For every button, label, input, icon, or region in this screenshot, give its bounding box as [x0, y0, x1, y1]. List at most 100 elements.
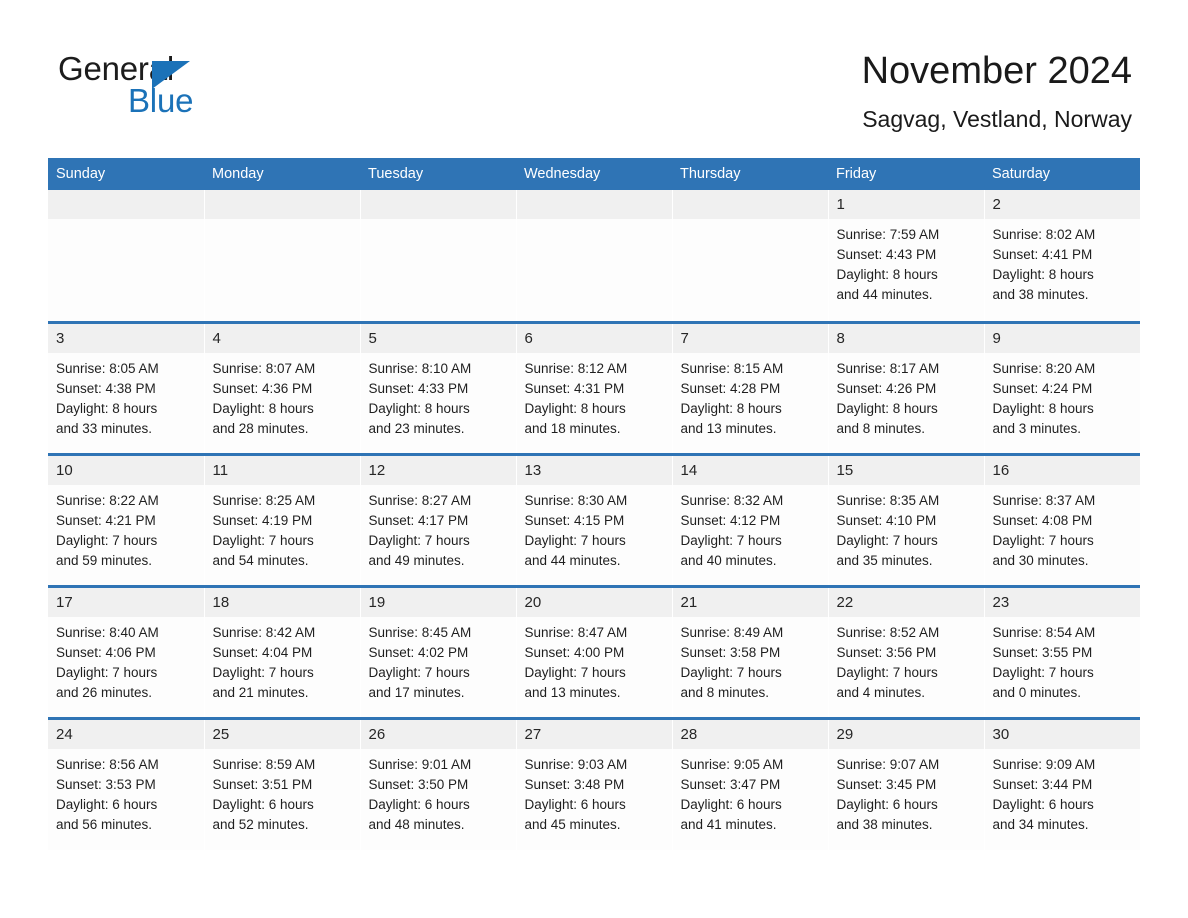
- calendar-day-cell[interactable]: 15 Sunrise: 8:35 AM Sunset: 4:10 PM Dayligh…: [828, 452, 985, 586]
- sunrise-text: Sunrise: 8:59 AM: [212, 756, 316, 772]
- calendar-day-cell[interactable]: 23 Sunrise: 8:54 AM Sunset: 3:55 PM Dayligh…: [984, 584, 1140, 718]
- sunrise-text: Sunrise: 8:20 AM: [992, 360, 1096, 376]
- calendar-day-cell[interactable]: 12 Sunrise: 8:27 AM Sunset: 4:17 PM Dayligh…: [360, 452, 517, 586]
- day-number: 12: [360, 455, 516, 485]
- sunset-text: Sunset: 3:58 PM: [680, 644, 781, 660]
- weekday-header-thursday: Thursday: [672, 158, 828, 190]
- sunrise-text: Sunrise: 8:05 AM: [56, 360, 159, 376]
- calendar-day-cell[interactable]: 21 Sunrise: 8:49 AM Sunset: 3:58 PM Dayligh…: [672, 584, 829, 718]
- day-details: Sunrise: 8:07 AM Sunset: 4:36 PM Daylight:…: [205, 353, 360, 439]
- page-title: November 2024: [861, 50, 1132, 92]
- daylight-text-cont: and 8 minutes.: [680, 684, 770, 700]
- calendar-day-cell[interactable]: 19 Sunrise: 8:45 AM Sunset: 4:02 PM Dayligh…: [360, 584, 517, 718]
- day-details: Sunrise: 8:37 AM Sunset: 4:08 PM Daylight:…: [985, 485, 1141, 571]
- day-details: Sunrise: 8:25 AM Sunset: 4:19 PM Daylight:…: [205, 485, 360, 571]
- calendar-day-cell[interactable]: 5 Sunrise: 8:10 AM Sunset: 4:33 PM Daylight…: [360, 320, 517, 454]
- calendar-day-cell[interactable]: 3 Sunrise: 8:05 AM Sunset: 4:38 PM Daylight…: [48, 320, 205, 454]
- sunset-text: Sunset: 4:26 PM: [836, 380, 937, 396]
- sunrise-text: Sunrise: 8:27 AM: [368, 492, 472, 508]
- weekday-header-tuesday: Tuesday: [360, 158, 516, 190]
- day-number: 2: [984, 190, 1140, 219]
- day-number: [516, 190, 672, 219]
- sunset-text: Sunset: 3:45 PM: [836, 776, 937, 792]
- calendar-day-cell[interactable]: 17 Sunrise: 8:40 AM Sunset: 4:06 PM Dayligh…: [48, 584, 205, 718]
- calendar-week-row: 3 Sunrise: 8:05 AM Sunset: 4:38 PM Daylight…: [48, 320, 1140, 454]
- sunset-text: Sunset: 4:36 PM: [212, 380, 313, 396]
- daylight-text: Daylight: 8 hours: [836, 267, 938, 282]
- weekday-header-row: Sunday Monday Tuesday Wednesday Thursday…: [48, 158, 1140, 190]
- day-number: 17: [48, 587, 204, 617]
- calendar-day-cell[interactable]: 11 Sunrise: 8:25 AM Sunset: 4:19 PM Dayligh…: [204, 452, 361, 586]
- calendar-day-cell[interactable]: 22 Sunrise: 8:52 AM Sunset: 3:56 PM Dayligh…: [828, 584, 985, 718]
- sunset-text: Sunset: 3:50 PM: [368, 776, 469, 792]
- calendar-body: 1 Sunrise: 7:59 AM Sunset: 4:43 PM Daylight…: [48, 190, 1140, 850]
- weekday-header-monday: Monday: [204, 158, 360, 190]
- calendar-day-cell[interactable]: 8 Sunrise: 8:17 AM Sunset: 4:26 PM Daylight…: [828, 320, 985, 454]
- calendar-day-cell[interactable]: 4 Sunrise: 8:07 AM Sunset: 4:36 PM Daylight…: [204, 320, 361, 454]
- day-details: Sunrise: 9:01 AM Sunset: 3:50 PM Daylight:…: [361, 749, 516, 835]
- calendar-day-cell[interactable]: 27 Sunrise: 9:03 AM Sunset: 3:48 PM Dayligh…: [516, 716, 673, 850]
- sunrise-text: Sunrise: 8:17 AM: [836, 360, 940, 376]
- page-header: General Blue November 2024 Sagvag, Vestl…: [0, 0, 1188, 158]
- sunrise-text: Sunrise: 9:09 AM: [992, 756, 1096, 772]
- calendar-day-cell[interactable]: 16 Sunrise: 8:37 AM Sunset: 4:08 PM Dayligh…: [984, 452, 1141, 586]
- day-number: 22: [828, 587, 984, 617]
- daylight-text: Daylight: 7 hours: [524, 664, 626, 680]
- daylight-text-cont: and 30 minutes.: [992, 552, 1089, 568]
- daylight-text-cont: and 40 minutes.: [680, 552, 777, 568]
- sunset-text: Sunset: 4:06 PM: [56, 644, 156, 660]
- calendar-day-cell[interactable]: 1 Sunrise: 7:59 AM Sunset: 4:43 PM Daylight…: [828, 190, 985, 322]
- calendar-day-cell[interactable]: 7 Sunrise: 8:15 AM Sunset: 4:28 PM Daylight…: [672, 320, 829, 454]
- day-number: 4: [204, 323, 360, 353]
- calendar-day-cell[interactable]: 24 Sunrise: 8:56 AM Sunset: 3:53 PM Dayligh…: [48, 716, 205, 850]
- day-number: 1: [828, 190, 984, 219]
- day-number: 30: [984, 719, 1140, 749]
- day-number: 15: [828, 455, 984, 485]
- weekday-header-sunday: Sunday: [48, 158, 204, 190]
- sunset-text: Sunset: 3:53 PM: [56, 776, 156, 792]
- calendar-day-cell[interactable]: 14 Sunrise: 8:32 AM Sunset: 4:12 PM Dayligh…: [672, 452, 829, 586]
- sunset-text: Sunset: 4:00 PM: [524, 644, 625, 660]
- daylight-text-cont: and 38 minutes.: [992, 287, 1089, 302]
- calendar-day-cell[interactable]: 30 Sunrise: 9:09 AM Sunset: 3:44 PM Dayligh…: [984, 716, 1140, 850]
- sunrise-text: Sunrise: 8:37 AM: [992, 492, 1096, 508]
- sunrise-text: Sunrise: 8:12 AM: [524, 360, 628, 376]
- calendar-week-row: 24 Sunrise: 8:56 AM Sunset: 3:53 PM Dayligh…: [48, 716, 1140, 850]
- calendar-day-cell[interactable]: 9 Sunrise: 8:20 AM Sunset: 4:24 PM Daylight…: [984, 320, 1140, 454]
- general-blue-logo[interactable]: General Blue: [58, 52, 288, 122]
- sunset-text: Sunset: 4:28 PM: [680, 380, 781, 396]
- sunset-text: Sunset: 4:38 PM: [56, 380, 156, 396]
- calendar-day-cell[interactable]: 10 Sunrise: 8:22 AM Sunset: 4:21 PM Dayligh…: [48, 452, 205, 586]
- daylight-text-cont: and 44 minutes.: [836, 287, 933, 302]
- daylight-text: Daylight: 7 hours: [212, 532, 314, 548]
- calendar-day-cell[interactable]: 28 Sunrise: 9:05 AM Sunset: 3:47 PM Dayligh…: [672, 716, 829, 850]
- sunrise-text: Sunrise: 8:47 AM: [524, 624, 628, 640]
- daylight-text-cont: and 13 minutes.: [524, 684, 621, 700]
- calendar-cell-empty: [48, 190, 205, 322]
- calendar-day-cell[interactable]: 6 Sunrise: 8:12 AM Sunset: 4:31 PM Daylight…: [516, 320, 673, 454]
- day-number: 23: [984, 587, 1140, 617]
- daylight-text: Daylight: 7 hours: [368, 532, 470, 548]
- sunset-text: Sunset: 4:12 PM: [680, 512, 781, 528]
- day-number: 3: [48, 323, 204, 353]
- daylight-text: Daylight: 7 hours: [992, 664, 1094, 680]
- daylight-text: Daylight: 7 hours: [56, 532, 158, 548]
- day-details: Sunrise: 9:03 AM Sunset: 3:48 PM Daylight:…: [517, 749, 672, 835]
- calendar-day-cell[interactable]: 29 Sunrise: 9:07 AM Sunset: 3:45 PM Dayligh…: [828, 716, 985, 850]
- calendar-day-cell[interactable]: 20 Sunrise: 8:47 AM Sunset: 4:00 PM Dayligh…: [516, 584, 673, 718]
- calendar-day-cell[interactable]: 13 Sunrise: 8:30 AM Sunset: 4:15 PM Dayligh…: [516, 452, 673, 586]
- sunrise-text: Sunrise: 8:49 AM: [680, 624, 784, 640]
- calendar-day-cell[interactable]: 26 Sunrise: 9:01 AM Sunset: 3:50 PM Dayligh…: [360, 716, 517, 850]
- daylight-text: Daylight: 8 hours: [368, 400, 470, 416]
- sunrise-text: Sunrise: 8:30 AM: [524, 492, 628, 508]
- day-number: 11: [204, 455, 360, 485]
- daylight-text-cont: and 26 minutes.: [56, 684, 153, 700]
- calendar-day-cell[interactable]: 18 Sunrise: 8:42 AM Sunset: 4:04 PM Dayligh…: [204, 584, 361, 718]
- sunset-text: Sunset: 4:17 PM: [368, 512, 469, 528]
- calendar-day-cell[interactable]: 2 Sunrise: 8:02 AM Sunset: 4:41 PM Daylight…: [984, 190, 1140, 322]
- daylight-text: Daylight: 7 hours: [680, 664, 782, 680]
- daylight-text: Daylight: 6 hours: [680, 796, 782, 812]
- sunrise-text: Sunrise: 8:35 AM: [836, 492, 940, 508]
- calendar-day-cell[interactable]: 25 Sunrise: 8:59 AM Sunset: 3:51 PM Dayligh…: [204, 716, 361, 850]
- daylight-text-cont: and 34 minutes.: [992, 816, 1089, 832]
